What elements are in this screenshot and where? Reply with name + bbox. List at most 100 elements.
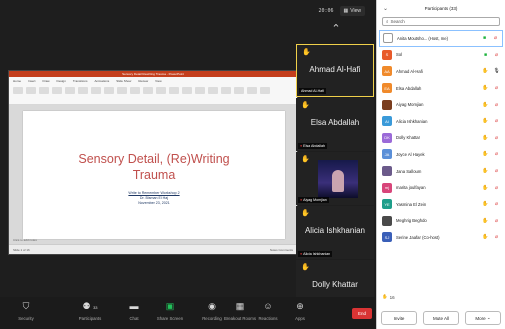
mic-muted-icon: ● — [300, 252, 303, 256]
apps-button[interactable]: ⊕ Apps — [280, 301, 320, 321]
participant-row[interactable]: AA Ahmad Al-Hafi ✋ 🎙 — [377, 63, 505, 80]
mic-muted-icon[interactable]: ⌀ — [493, 52, 500, 58]
ribbon-tool[interactable] — [13, 87, 23, 94]
participants-button[interactable]: ⚉ 33 Participants — [70, 301, 110, 321]
status-left: Slide 1 of 16 — [13, 248, 30, 252]
ribbon-tool[interactable] — [208, 87, 218, 94]
video-camera-icon[interactable]: ■ — [481, 35, 488, 41]
ribbon-tool[interactable] — [39, 87, 49, 94]
share-screen-icon: ▣ — [165, 301, 175, 311]
security-button[interactable]: ⛉ Security — [6, 301, 46, 321]
video-tile[interactable]: ✋ Ahmad Al-Hafi Ahmad Al-Hafi — [296, 44, 374, 97]
mic-muted-icon[interactable]: ⌀ — [493, 218, 500, 224]
chevron-down-icon[interactable]: ⌄ — [383, 5, 388, 12]
slide-title: Sensory Detail, (Re)Writing Trauma — [23, 151, 285, 183]
mic-muted-icon[interactable]: ⌀ — [493, 102, 500, 108]
ribbon-tab[interactable]: Slide Show — [116, 79, 131, 83]
video-tile[interactable]: ✋ Alicia Ishkhanian ● Alicia Ishkhanian — [296, 206, 374, 259]
raised-hand-icon: ✋ — [302, 49, 311, 56]
ribbon-tab[interactable]: Draw — [43, 79, 50, 83]
tile-label-text: Aiyag Momjian — [303, 198, 327, 202]
end-meeting-button[interactable]: End — [352, 308, 372, 319]
ppt-status-bar: Slide 1 of 16 Notes Comments — [9, 244, 297, 254]
mute-all-button[interactable]: Mute All — [423, 311, 459, 325]
ribbon-tab[interactable]: Animations — [94, 79, 109, 83]
tile-label: ● Aiyag Momjian — [298, 197, 329, 203]
ribbon-tool[interactable] — [65, 87, 75, 94]
video-tile[interactable]: ✋ ● Aiyag Momjian — [296, 152, 374, 205]
raised-hand-icon: ✋ — [482, 151, 489, 158]
mic-muted-icon[interactable]: ⌀ — [493, 234, 500, 240]
chat-label: Chat — [129, 316, 139, 321]
ribbon-tool[interactable] — [143, 87, 153, 94]
avatar: AA — [382, 66, 392, 77]
ribbon-tab[interactable]: View — [155, 79, 161, 83]
ribbon-tool[interactable] — [26, 87, 36, 94]
search-field[interactable]: ⌕ Search — [382, 17, 500, 26]
mic-muted-icon[interactable]: ⌀ — [493, 118, 500, 124]
participant-row[interactable]: S Sol ■ ⌀ — [377, 47, 505, 64]
participant-row[interactable]: Meghrig Beghdo ✋ ⌀ — [377, 213, 505, 230]
notes-hint[interactable]: Click to add notes — [13, 238, 37, 242]
mic-icon[interactable]: 🎙 — [493, 68, 500, 74]
participants-label: Participants — [78, 316, 102, 321]
ribbon-tool[interactable] — [221, 87, 231, 94]
ribbon-tool[interactable] — [195, 87, 205, 94]
ribbon-tool[interactable] — [130, 87, 140, 94]
more-button[interactable]: More ⌄ — [465, 311, 501, 325]
participant-row[interactable]: JA Joyce Al Hayek ✋ ⌀ — [377, 146, 505, 163]
mic-muted-icon[interactable]: ⌀ — [493, 151, 500, 157]
ribbon-tab[interactable]: Home — [13, 79, 21, 83]
participant-row[interactable]: Jana Salloum ✋ ⌀ — [377, 163, 505, 180]
ribbon-tool[interactable] — [78, 87, 88, 94]
chevron-up-icon[interactable]: ⌃ — [296, 24, 376, 35]
ribbon-tool[interactable] — [182, 87, 192, 94]
participant-row[interactable]: SJ Serine Jaafar (Co-host) ✋ ⌀ — [377, 229, 505, 246]
ribbon-tool[interactable] — [52, 87, 62, 94]
avatar: EA — [382, 83, 392, 94]
avatar: AI — [382, 116, 392, 127]
ribbon-tab[interactable]: Transitions — [73, 79, 88, 83]
shared-screen[interactable]: Sensory Detail Rewriting Trauma - PowerP… — [8, 70, 298, 255]
participant-row[interactable]: DK Dolly Khattar ✋ ⌀ — [377, 130, 505, 147]
raised-hand-icon: ✋ — [301, 264, 310, 271]
ppt-ribbon: Home Insert Draw Design Transitions Anim… — [9, 77, 297, 105]
search-icon: ⌕ — [386, 19, 389, 24]
participant-row[interactable]: Aiyag Momjian ✋ ⌀ — [377, 96, 505, 113]
ribbon-tab[interactable]: Insert — [28, 79, 36, 83]
participant-row[interactable]: YE Yasmina El Zein ✋ ⌀ — [377, 196, 505, 213]
ribbon-tab[interactable]: Design — [57, 79, 66, 83]
ribbon-tool[interactable] — [104, 87, 114, 94]
tile-name: Dolly Khattar — [312, 280, 358, 289]
share-screen-button[interactable]: ▣ Share Screen — [150, 301, 190, 321]
video-tile[interactable]: ✋ Elsa Abdallah ● Elsa Abdallah — [296, 98, 374, 151]
panel-header: ⌄ Participants (33) — [377, 0, 505, 16]
participant-row[interactable]: EA Elsa Abdallah ✋ ⌀ — [377, 80, 505, 97]
ribbon-tool[interactable] — [247, 87, 257, 94]
ribbon-tool[interactable] — [234, 87, 244, 94]
mic-muted-icon[interactable]: ⌀ — [492, 35, 499, 41]
avatar: mj — [382, 182, 392, 193]
ribbon-tool[interactable] — [117, 87, 127, 94]
participant-row[interactable]: mj marita joulfayan ✋ ⌀ — [377, 179, 505, 196]
ribbon-tool[interactable] — [260, 87, 270, 94]
participant-row[interactable]: Anita Moutsho... (Host, me) ■ ⌀ — [379, 30, 503, 47]
chat-button[interactable]: ▬ Chat — [114, 301, 154, 321]
mic-muted-icon[interactable]: ⌀ — [493, 185, 500, 191]
mic-muted-icon[interactable]: ⌀ — [493, 201, 500, 207]
mic-muted-icon[interactable]: ⌀ — [493, 85, 500, 91]
ribbon-tool[interactable] — [91, 87, 101, 94]
ribbon-tool[interactable] — [169, 87, 179, 94]
view-button[interactable]: ▦ View — [339, 6, 365, 16]
mic-muted-icon[interactable]: ⌀ — [493, 168, 500, 174]
ribbon-tab[interactable]: Review — [138, 79, 148, 83]
participant-row[interactable]: AI Alicia Ishkhanian ✋ ⌀ — [377, 113, 505, 130]
ribbon-tool[interactable] — [156, 87, 166, 94]
search-input[interactable]: Search — [391, 19, 405, 24]
video-camera-icon[interactable]: ■ — [482, 52, 489, 58]
slide[interactable]: Sensory Detail, (Re)Writing Trauma Write… — [23, 111, 285, 239]
slide-subtitle-line: November 23, 2021 — [138, 201, 170, 205]
slide-subtitle: Write to Remember Workshop 2 Dr. Bisman … — [23, 191, 285, 206]
mic-muted-icon[interactable]: ⌀ — [493, 135, 500, 141]
invite-button[interactable]: Invite — [381, 311, 417, 325]
